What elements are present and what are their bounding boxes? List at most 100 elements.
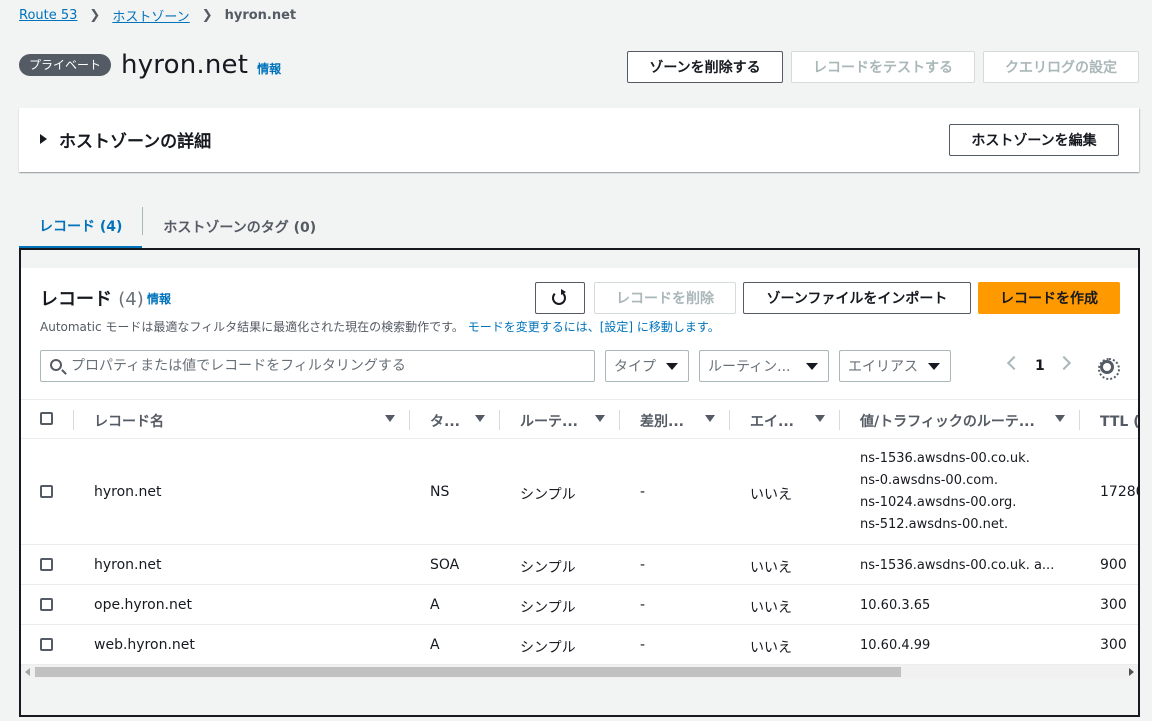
records-description-text: Automatic モードは最適なフィルタ結果に最適化された現在の検索動作です。 — [40, 320, 464, 334]
horizontal-scrollbar[interactable] — [21, 665, 1138, 679]
row-checkbox[interactable] — [40, 485, 53, 498]
column-alias[interactable]: エイ... — [750, 411, 794, 431]
alias-filter-select[interactable]: エイリアス — [839, 350, 951, 382]
column-type[interactable]: タ... — [430, 411, 460, 431]
row-checkbox[interactable] — [40, 558, 53, 571]
test-record-button[interactable]: レコードをテストする — [791, 51, 975, 83]
column-divider — [1079, 410, 1080, 430]
record-name-cell: web.hyron.net — [94, 637, 195, 653]
delete-record-button[interactable]: レコードを削除 — [594, 282, 736, 314]
records-top-band — [21, 250, 1138, 268]
scroll-left-icon[interactable] — [25, 668, 30, 676]
record-name-cell: hyron.net — [94, 484, 162, 500]
column-divider — [619, 410, 620, 430]
column-value[interactable]: 値/トラフィックのルーテ... — [860, 411, 1035, 431]
page-title: hyron.net — [121, 50, 249, 80]
tabs: レコード (4) ホストゾーンのタグ (0) — [19, 205, 336, 249]
record-routing-cell: シンプル — [520, 487, 576, 503]
breadcrumb-hosted-zones[interactable]: ホストゾーン — [112, 6, 189, 25]
chevron-right-icon: ❯ — [201, 8, 213, 23]
hosted-zone-details-panel: ホストゾーンの詳細 ホストゾーンを編集 — [19, 108, 1139, 172]
caret-right-icon[interactable] — [40, 134, 47, 144]
next-page-icon[interactable] — [1056, 355, 1072, 371]
column-differentiator[interactable]: 差別... — [640, 411, 684, 431]
sort-icon[interactable] — [1055, 415, 1065, 422]
records-title-text: レコード — [40, 289, 112, 310]
details-panel-title[interactable]: ホストゾーンの詳細 — [59, 127, 211, 152]
record-type-cell: SOA — [430, 557, 460, 573]
record-diff-cell: - — [640, 484, 646, 500]
page-number[interactable]: 1 — [1035, 358, 1045, 374]
table-row[interactable]: ope.hyron.net A シンプル - いいえ 10.60.3.65 30… — [21, 585, 1138, 625]
record-ttl-cell: 300 — [1100, 637, 1127, 653]
query-log-button[interactable]: クエリログの設定 — [983, 51, 1139, 83]
routing-filter-select[interactable]: ルーティン... — [699, 350, 829, 382]
caret-down-icon — [928, 363, 940, 370]
sort-icon[interactable] — [705, 415, 715, 422]
scroll-right-icon[interactable] — [1129, 668, 1134, 676]
record-value-cell: 10.60.4.99 — [860, 638, 931, 653]
record-value-cell: ns-1024.awsdns-00.org. — [860, 495, 1017, 510]
record-routing-cell: シンプル — [520, 640, 576, 656]
search-icon — [50, 359, 62, 371]
page-header: プライベート hyron.net 情報 — [19, 50, 281, 80]
private-badge: プライベート — [19, 54, 112, 76]
records-container: レコード (4) 情報 レコードを削除 ゾーンファイルをインポート レコードを作… — [19, 248, 1140, 717]
refresh-button[interactable] — [535, 282, 585, 314]
records-description: Automatic モードは最適なフィルタ結果に最適化された現在の検索動作です。… — [40, 318, 720, 335]
column-record-name[interactable]: レコード名 — [94, 411, 164, 431]
table-row[interactable]: hyron.net SOA シンプル - いいえ ns-1536.awsdns-… — [21, 545, 1138, 585]
record-diff-cell: - — [640, 557, 646, 573]
create-record-button[interactable]: レコードを作成 — [978, 282, 1120, 314]
routing-filter-label: ルーティン... — [708, 359, 791, 375]
breadcrumb-route53[interactable]: Route 53 — [19, 8, 77, 23]
sort-icon[interactable] — [595, 415, 605, 422]
search-input[interactable] — [71, 355, 581, 377]
breadcrumb-current: hyron.net — [224, 8, 297, 23]
caret-down-icon — [666, 363, 678, 370]
record-alias-cell: いいえ — [750, 600, 792, 616]
record-type-cell: A — [430, 597, 440, 613]
column-divider — [73, 410, 74, 430]
tab-records[interactable]: レコード (4) — [19, 205, 143, 249]
type-filter-label: タイプ — [614, 359, 656, 375]
import-zone-file-button[interactable]: ゾーンファイルをインポート — [743, 282, 971, 314]
row-checkbox[interactable] — [40, 638, 53, 651]
breadcrumb: Route 53 ❯ ホストゾーン ❯ hyron.net — [19, 6, 296, 25]
search-box[interactable] — [40, 350, 595, 382]
sort-icon[interactable] — [385, 415, 395, 422]
record-ttl-cell: 300 — [1100, 597, 1127, 613]
settings-gear-icon[interactable] — [1098, 358, 1120, 380]
table-header: レコード名 タ... ルーテ... 差別... エイ... 値/トラフィックのル… — [21, 399, 1138, 439]
record-ttl-cell: 172800 — [1100, 484, 1138, 500]
sort-icon[interactable] — [815, 415, 825, 422]
record-alias-cell: いいえ — [750, 560, 792, 576]
record-diff-cell: - — [640, 597, 646, 613]
header-info-link[interactable]: 情報 — [257, 60, 281, 77]
table-row[interactable]: hyron.net NS シンプル - いいえ ns-1536.awsdns-0… — [21, 439, 1138, 545]
select-all-checkbox[interactable] — [40, 412, 53, 425]
tab-hosted-zone-tags[interactable]: ホストゾーンのタグ (0) — [143, 205, 336, 249]
record-type-cell: NS — [430, 484, 450, 500]
records-bottom-band — [21, 679, 1138, 715]
column-routing[interactable]: ルーテ... — [520, 411, 578, 431]
column-ttl[interactable]: TTL (秒 — [1100, 411, 1138, 431]
previous-page-icon[interactable] — [1006, 355, 1022, 371]
record-alias-cell: いいえ — [750, 487, 792, 503]
sort-icon[interactable] — [475, 415, 485, 422]
record-value-cell: 10.60.3.65 — [860, 598, 931, 613]
refresh-icon — [552, 289, 566, 305]
delete-zone-button[interactable]: ゾーンを削除する — [627, 51, 783, 83]
records-title: レコード (4) — [40, 285, 144, 311]
row-checkbox[interactable] — [40, 598, 53, 611]
type-filter-select[interactable]: タイプ — [605, 350, 689, 382]
records-description-link[interactable]: モードを変更するには、[設定] に移動します。 — [468, 320, 720, 334]
record-alias-cell: いいえ — [750, 640, 792, 656]
records-info-link[interactable]: 情報 — [147, 290, 171, 307]
record-value-cell: ns-0.awsdns-00.com. — [860, 473, 999, 488]
table-row[interactable]: web.hyron.net A シンプル - いいえ 10.60.4.99 30… — [21, 625, 1138, 665]
record-name-cell: hyron.net — [94, 557, 162, 573]
edit-hosted-zone-button[interactable]: ホストゾーンを編集 — [949, 124, 1119, 156]
scrollbar-thumb[interactable] — [35, 667, 901, 677]
chevron-right-icon: ❯ — [89, 8, 101, 23]
